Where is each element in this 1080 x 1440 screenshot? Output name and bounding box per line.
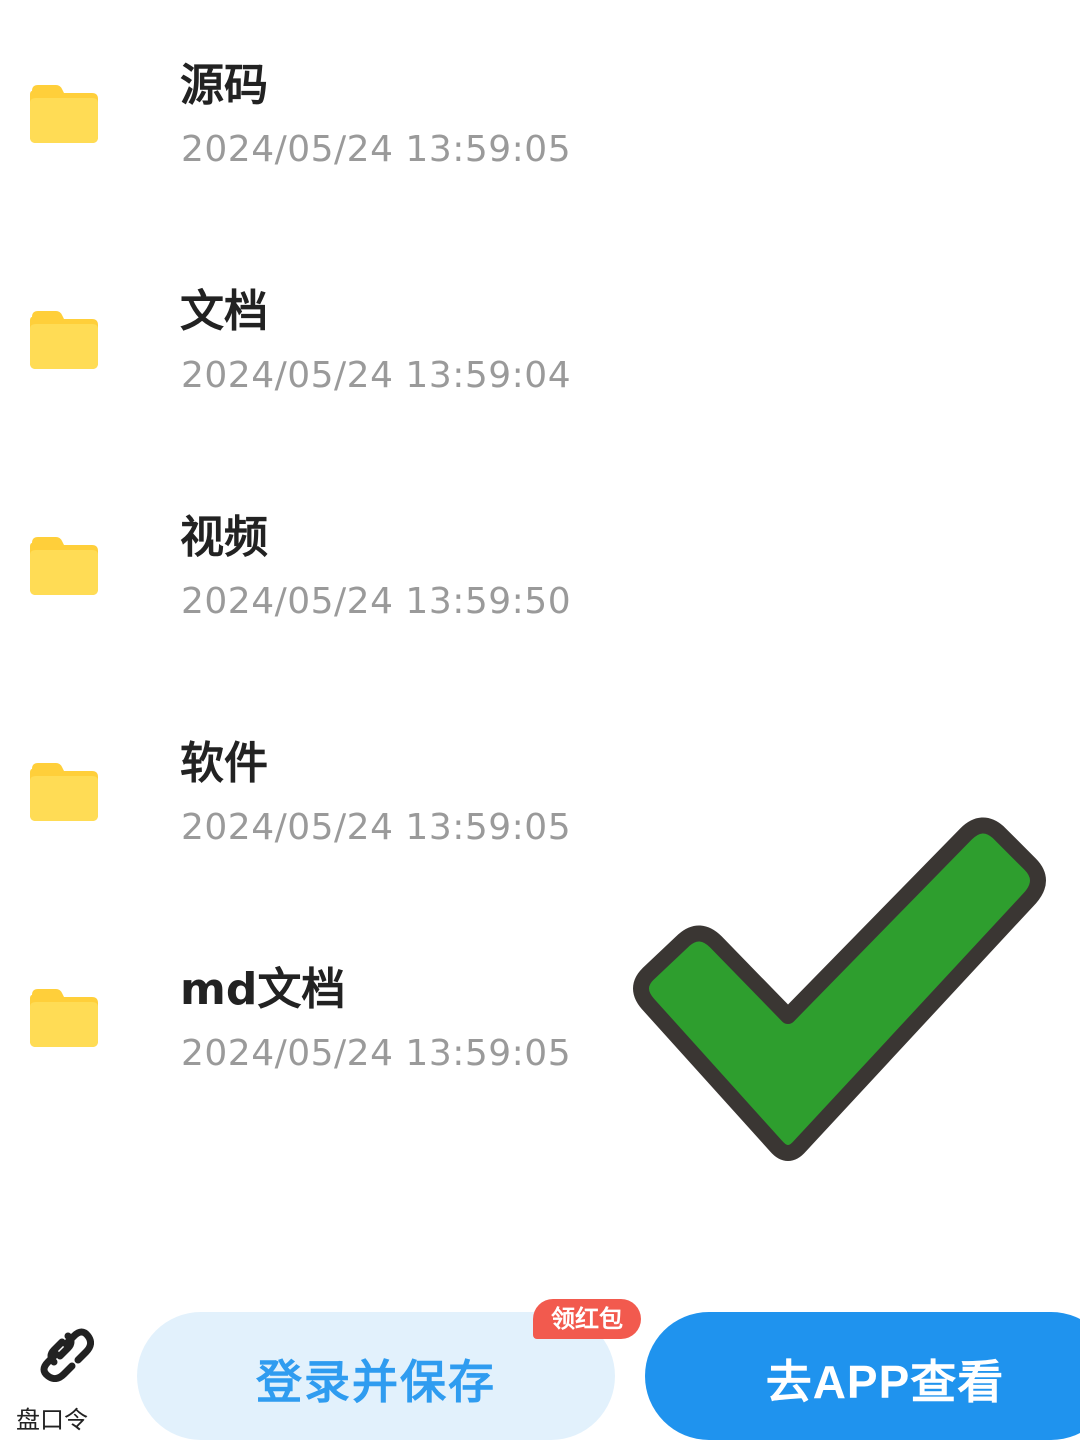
go-to-app-label: 去APP查看 — [765, 1356, 1005, 1408]
file-timestamp: 2024/05/24 13:59:05 — [181, 129, 572, 170]
login-and-save-label: 登录并保存 — [256, 1356, 496, 1408]
file-name: 文档 — [180, 286, 268, 337]
folder-icon — [28, 761, 100, 823]
file-name: 源码 — [180, 60, 268, 111]
file-name: 软件 — [180, 738, 268, 789]
folder-icon — [28, 535, 100, 597]
pankouling-label: 盘口令 — [16, 1406, 88, 1434]
pankouling-button[interactable]: 盘口令 — [10, 1316, 106, 1436]
file-timestamp: 2024/05/24 13:59:05 — [181, 1033, 572, 1074]
bottom-action-bar: 盘口令 登录并保存 领红包 去APP查看 — [0, 1296, 1080, 1440]
file-row[interactable]: 视频 2024/05/24 13:59:50 — [0, 452, 1080, 678]
green-checkmark-icon — [633, 817, 1046, 1161]
file-name: 视频 — [180, 512, 268, 563]
folder-icon — [28, 987, 100, 1049]
link-icon — [28, 1316, 95, 1383]
go-to-app-button[interactable]: 去APP查看 — [645, 1312, 1080, 1440]
file-row[interactable]: 源码 2024/05/24 13:59:05 — [0, 0, 1080, 226]
file-name: md文档 — [180, 964, 346, 1015]
red-packet-badge: 领红包 — [533, 1299, 641, 1339]
file-timestamp: 2024/05/24 13:59:05 — [181, 807, 572, 848]
file-row[interactable]: 文档 2024/05/24 13:59:04 — [0, 226, 1080, 452]
file-timestamp: 2024/05/24 13:59:04 — [181, 355, 572, 396]
folder-icon — [28, 309, 100, 371]
folder-icon — [28, 83, 100, 145]
file-timestamp: 2024/05/24 13:59:50 — [181, 581, 572, 622]
file-share-page: 源码 2024/05/24 13:59:05 文档 2024/05/24 13:… — [0, 0, 1080, 1440]
